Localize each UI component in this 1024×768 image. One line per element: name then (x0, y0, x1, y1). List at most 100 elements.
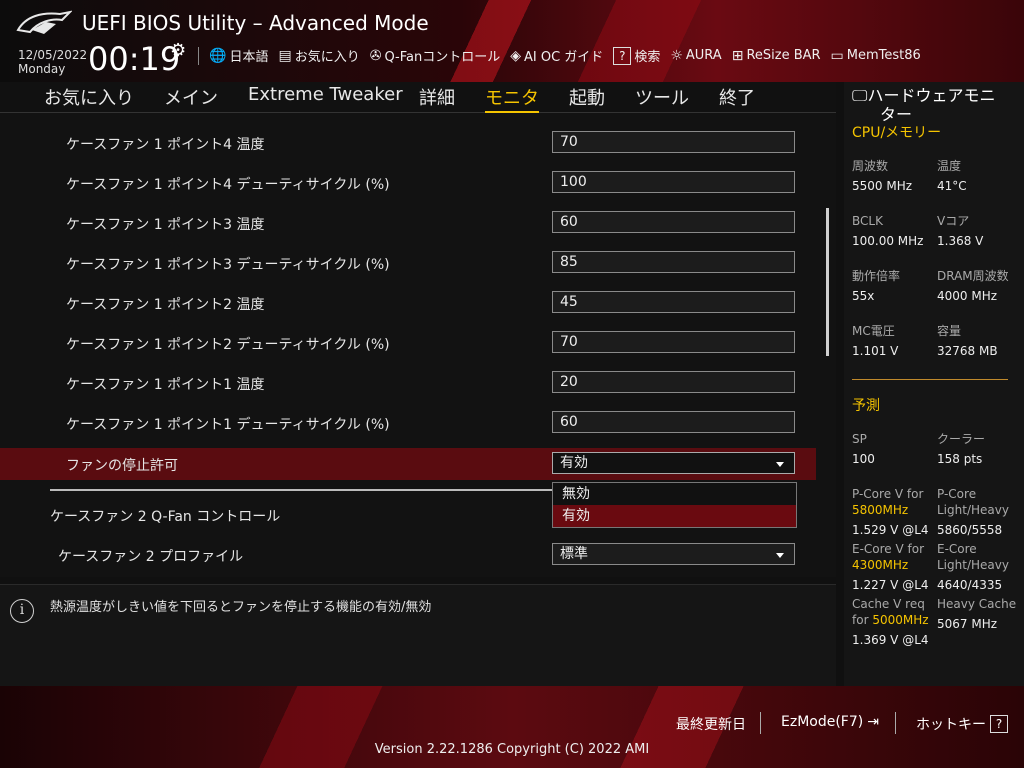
clock-display[interactable]: 00:19 (88, 40, 180, 78)
hw-label-text: E-Core V for (852, 542, 925, 556)
hw-label: Vコア (937, 214, 970, 228)
day-text: Monday (18, 62, 66, 76)
hw-value: 5860/5558 (937, 523, 1003, 537)
footer-label: 最終更新日 (676, 717, 746, 733)
toolbar-label: AI OC ガイド (524, 50, 604, 65)
setting-value-field[interactable]: 70 (552, 331, 795, 353)
hw-label: 容量 (937, 324, 962, 338)
setting-row[interactable]: ケースファン 1 ポイント2 温度 45 (0, 287, 816, 319)
hw-label: 周波数 (852, 159, 889, 173)
fan-stop-select[interactable]: 有効 (552, 452, 795, 474)
hw-label-text: P-Core (937, 487, 977, 501)
setting-row[interactable]: ケースファン 1 ポイント3 デューティサイクル (%) 85 (0, 247, 816, 279)
hw-section-predict: 予測 (852, 398, 880, 414)
chevron-down-icon (776, 462, 784, 467)
tab-monitor[interactable]: モニタ (485, 84, 539, 113)
setting-label: ファンの停止許可 (66, 458, 178, 474)
fan2-profile-select[interactable]: 標準 (552, 543, 795, 565)
hw-value: 5500 MHz (852, 179, 913, 193)
setting-row[interactable]: ケースファン 1 ポイント4 デューティサイクル (%) 100 (0, 167, 816, 199)
fan2-profile-row[interactable]: ケースファン 2 プロファイル 標準 (0, 539, 816, 571)
ezmode-button[interactable]: EzMode(F7) ⇥ (781, 714, 879, 730)
hw-value: 55x (852, 289, 875, 303)
fan-stop-setting-row[interactable]: ファンの停止許可 有効 (0, 448, 816, 480)
tab-extreme-tweaker[interactable]: Extreme Tweaker (248, 84, 403, 105)
setting-value-field[interactable]: 45 (552, 291, 795, 313)
gear-icon[interactable]: ⚙ (170, 40, 186, 61)
toolbar-favorites-button[interactable]: ▤ お気に入り (278, 46, 360, 66)
last-modified-button[interactable]: 最終更新日 (676, 714, 746, 734)
toolbar-label: 日本語 (229, 50, 269, 65)
hw-label-text: P-Core V for (852, 487, 924, 501)
footer-label: ホットキー (916, 717, 986, 733)
setting-row[interactable]: ケースファン 1 ポイント2 デューティサイクル (%) 70 (0, 327, 816, 359)
hw-value: 32768 MB (937, 344, 998, 358)
hw-label: E-Core V for 4300MHz (852, 541, 924, 573)
toolbar-memtest-button[interactable]: ▭ MemTest86 (831, 48, 921, 64)
hotkey-button[interactable]: ホットキー ? (916, 714, 1008, 734)
rog-logo-icon (16, 10, 72, 34)
tab-exit[interactable]: 終了 (719, 84, 755, 110)
scrollbar-thumb[interactable] (826, 208, 829, 356)
tab-main[interactable]: メイン (164, 84, 218, 110)
app-title: UEFI BIOS Utility – Advanced Mode (82, 11, 429, 35)
tab-favorites[interactable]: お気に入り (44, 84, 134, 110)
section-divider (50, 489, 552, 491)
hw-label: Heavy Cache (937, 597, 1017, 611)
hw-label-text: E-Core (937, 542, 977, 556)
setting-value-field[interactable]: 60 (552, 411, 795, 433)
tab-advanced[interactable]: 詳細 (419, 84, 455, 110)
help-icon: ? (613, 46, 632, 65)
tab-boot[interactable]: 起動 (569, 84, 605, 110)
setting-value-field[interactable]: 20 (552, 371, 795, 393)
help-icon: ? (990, 715, 1008, 733)
toolbar-ai-oc-button[interactable]: ◈ AI OC ガイド (510, 46, 604, 66)
select-value: 有効 (560, 455, 588, 471)
main-tab-bar: お気に入り メイン Extreme Tweaker 詳細 モニタ 起動 ツール … (0, 82, 836, 113)
setting-row[interactable]: ケースファン 1 ポイント1 温度 20 (0, 367, 816, 399)
toolbar-separator (198, 46, 199, 65)
setting-value-field[interactable]: 85 (552, 251, 795, 273)
hardware-monitor-panel: 🖵ハードウェアモニ ター CPU/メモリー 周波数 温度 5500 MHz 41… (844, 82, 1024, 686)
footer-label: EzMode(F7) (781, 714, 864, 730)
hw-value: 41°C (937, 179, 967, 193)
hw-label: BCLK (852, 214, 883, 228)
setting-row[interactable]: ケースファン 1 ポイント3 温度 60 (0, 207, 816, 239)
setting-label: ケースファン 2 Q-Fan コントロール (50, 509, 281, 525)
hw-title-line1: ハードウェアモニ (867, 86, 996, 105)
setting-row[interactable]: ケースファン 1 ポイント4 温度 70 (0, 127, 816, 159)
date-text: 12/05/2022 (18, 48, 88, 62)
setting-row[interactable]: ケースファン 1 ポイント1 デューティサイクル (%) 60 (0, 407, 816, 439)
setting-label: ケースファン 1 ポイント2 デューティサイクル (%) (66, 337, 390, 353)
footer-bar: 最終更新日 EzMode(F7) ⇥ ホットキー ? Version 2.22.… (0, 686, 1024, 768)
toolbar-qfan-button[interactable]: ✇ Q-Fanコントロール (370, 46, 501, 66)
hw-label-text: Light/Heavy (937, 558, 1009, 572)
toolbar-search-button[interactable]: ? 検索 (613, 46, 660, 65)
footer-separator (760, 712, 761, 734)
fan2-qfan-row[interactable]: ケースファン 2 Q-Fan コントロール (0, 499, 816, 531)
toolbar-label: AURA (685, 48, 722, 63)
setting-label: ケースファン 2 プロファイル (58, 549, 244, 565)
favorites-icon: ▤ (278, 47, 292, 64)
hw-section-cpu: CPU/メモリー (852, 125, 942, 141)
toolbar-aura-button[interactable]: ☼ AURA (670, 48, 721, 64)
hw-label: P-Core Light/Heavy (937, 486, 1009, 518)
tab-tool[interactable]: ツール (635, 84, 689, 110)
toolbar-label: お気に入り (294, 50, 360, 65)
setting-value-field[interactable]: 70 (552, 131, 795, 153)
memtest-icon: ▭ (830, 47, 844, 64)
select-value: 標準 (560, 546, 588, 562)
toolbar-label: 検索 (634, 50, 661, 65)
hw-label-text: for (852, 613, 869, 627)
hw-label-text: Light/Heavy (937, 503, 1009, 517)
setting-value-field[interactable]: 60 (552, 211, 795, 233)
setting-label: ケースファン 1 ポイント1 温度 (66, 377, 265, 393)
hw-value: 1.227 V @L4 (852, 578, 929, 592)
toolbar-resize-bar-button[interactable]: ⊞ ReSize BAR (732, 48, 821, 64)
hw-value: 158 pts (937, 452, 983, 466)
setting-value-field[interactable]: 100 (552, 171, 795, 193)
hw-value: 1.529 V @L4 (852, 523, 929, 537)
setting-label: ケースファン 1 ポイント4 温度 (66, 137, 265, 153)
toolbar-language-button[interactable]: 🌐 日本語 (209, 46, 269, 66)
hw-value: 4640/4335 (937, 578, 1003, 592)
